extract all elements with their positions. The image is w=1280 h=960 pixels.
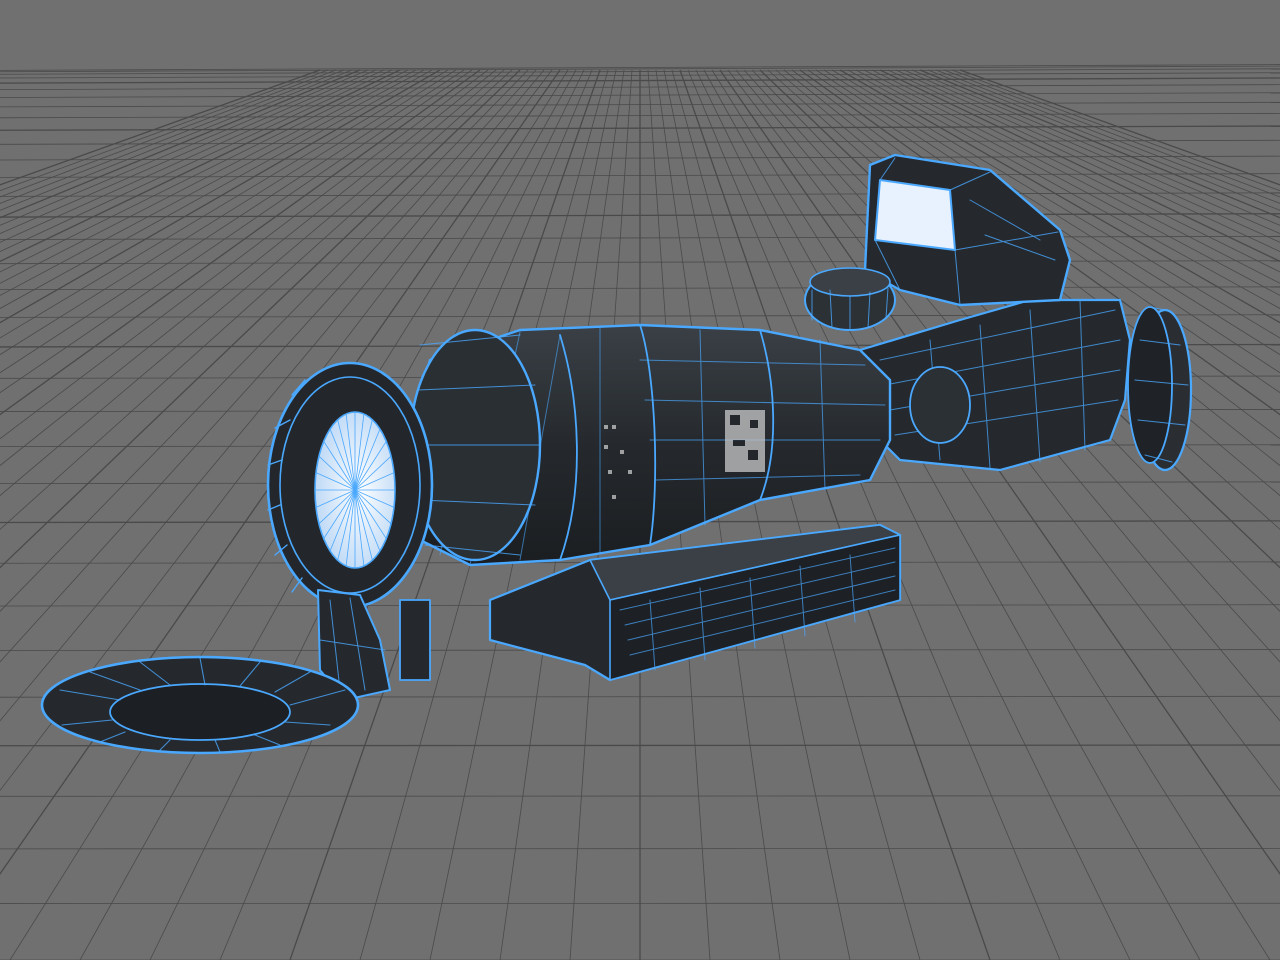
objective-bell[interactable] xyxy=(408,328,542,562)
viewport-canvas[interactable] xyxy=(0,0,1280,960)
flip-lens-cap[interactable] xyxy=(40,655,360,755)
front-lens-glass xyxy=(314,411,396,569)
3d-viewport[interactable] xyxy=(0,0,1280,960)
